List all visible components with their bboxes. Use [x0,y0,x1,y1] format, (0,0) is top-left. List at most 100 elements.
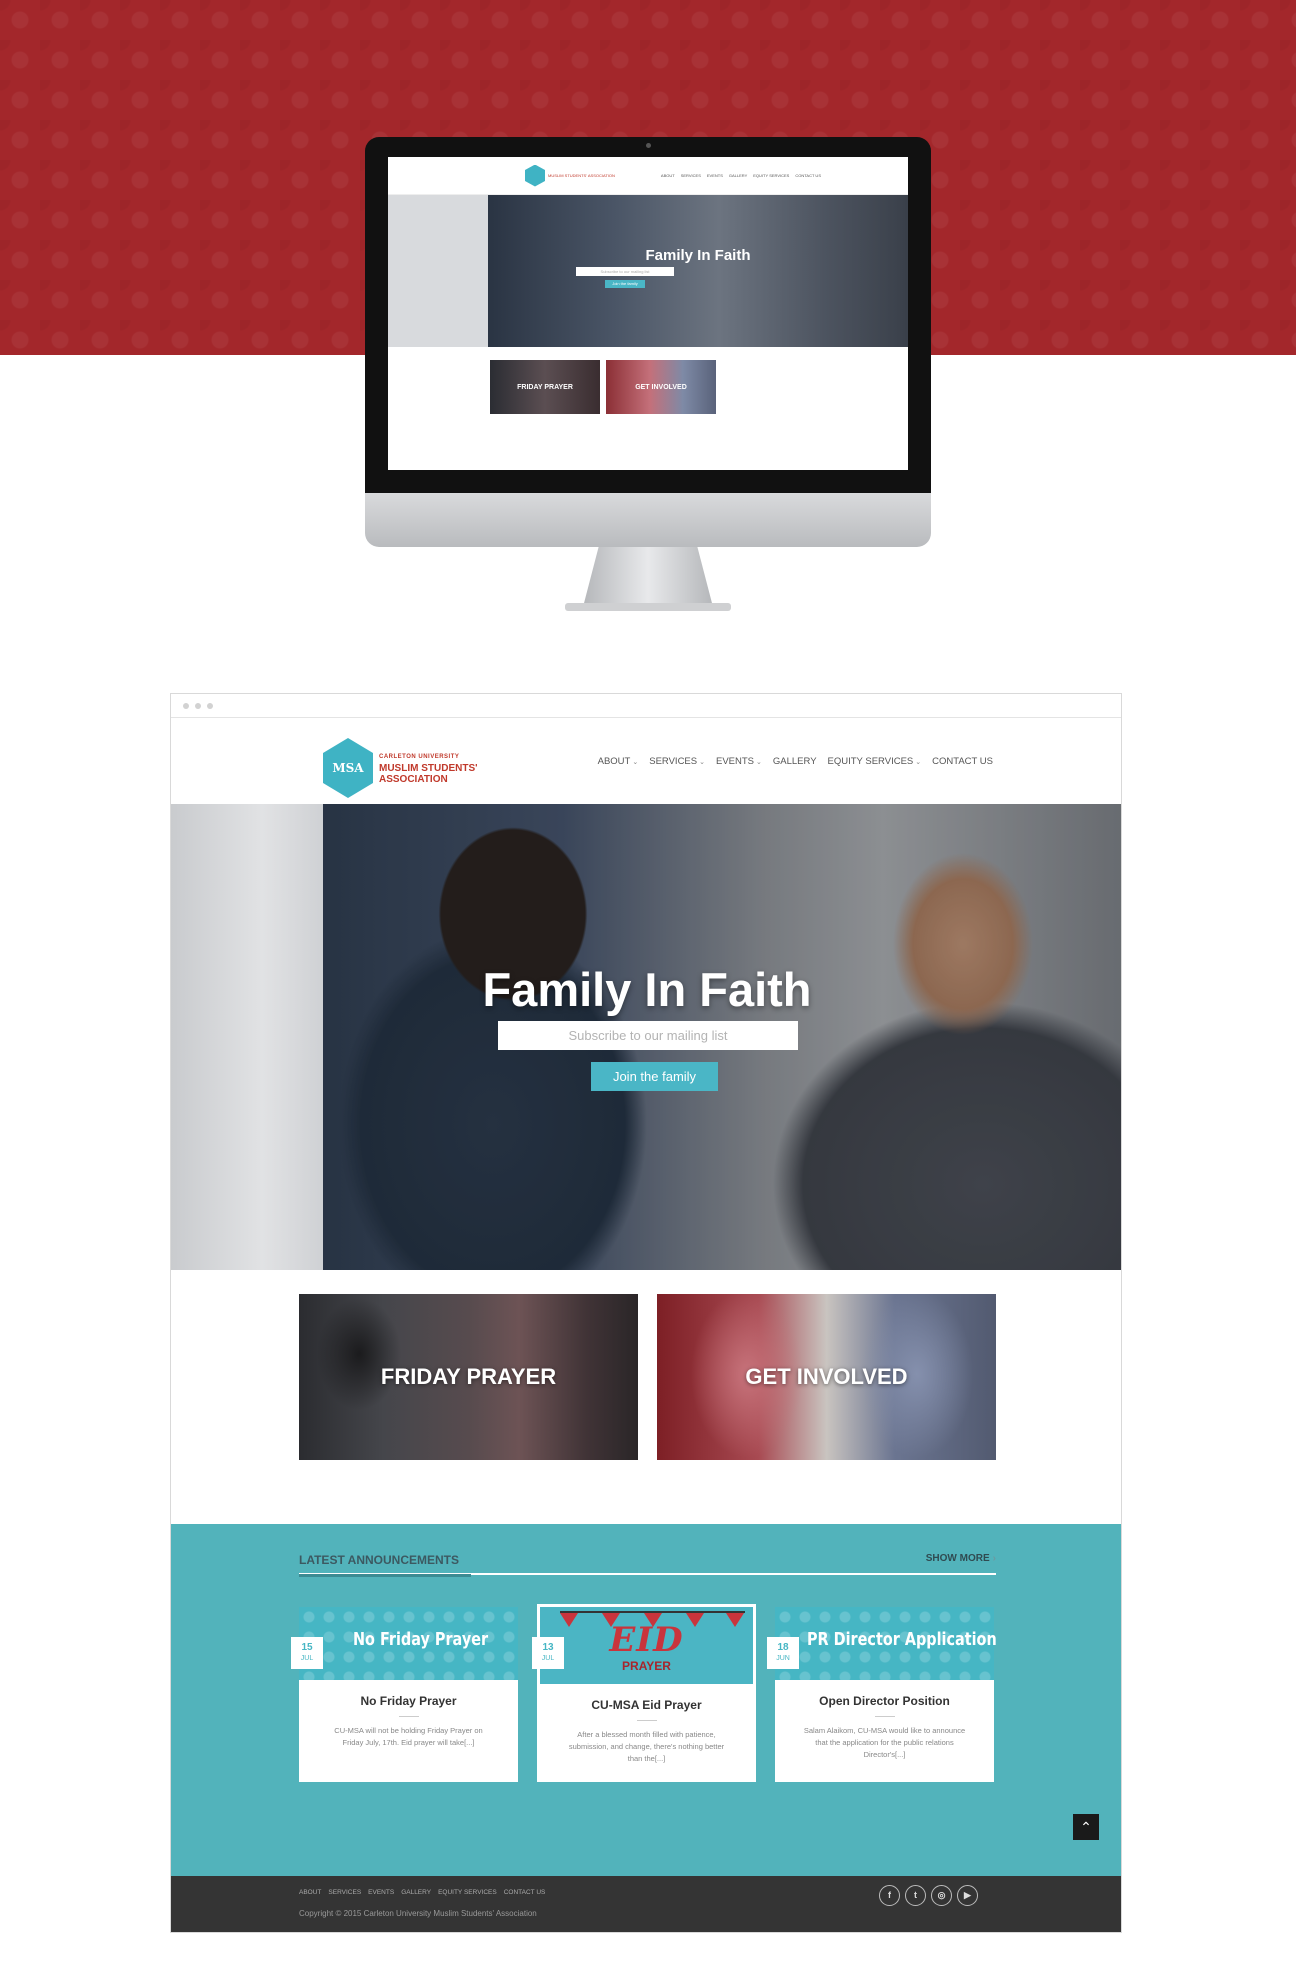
footer-link-contact-us[interactable]: CONTACT US [504,1889,546,1896]
logo-line-university: CARLETON UNIVERSITY [379,753,460,760]
mini-logo-icon [525,164,545,187]
date-day: 15 [301,1642,313,1653]
nav-label: GALLERY [772,756,817,767]
mini-hero-wall [388,195,488,347]
window-dot-icon[interactable] [207,702,213,709]
mini-hero: Family In Faith Subscribe to our mailing… [388,195,908,347]
date-badge: 13 JUL [532,1637,564,1669]
date-day: 13 [542,1642,554,1653]
monitor-screen: MUSLIM STUDENTS' ASSOCIATION ABOUT SERVI… [388,157,908,470]
mini-logo-text: MUSLIM STUDENTS' ASSOCIATION [548,173,615,178]
logo-line-name: MUSLIM STUDENTS' [379,762,478,774]
announcements-title: LATEST ANNOUNCEMENTS [299,1553,459,1567]
nav-item-about[interactable]: ABOUT ⌄ [598,756,639,767]
date-day: 18 [777,1642,789,1653]
footer-link-services[interactable]: SERVICES [328,1889,361,1896]
nav-item-services[interactable]: SERVICES ⌄ [649,756,705,767]
camera-icon [646,143,651,148]
nav-label: CONTACT US [932,756,993,767]
mini-nav-item: EVENTS [706,173,723,178]
mailing-list-input[interactable] [498,1021,798,1050]
logo-line-association: ASSOCIATION [379,773,448,785]
mini-hero-input: Subscribe to our mailing list [576,267,674,276]
nav-item-contact-us[interactable]: CONTACT US [932,756,993,767]
date-month: JUN [776,1655,790,1662]
tile-label: FRIDAY PRAYER [380,1364,557,1389]
title-underline [299,1574,471,1577]
announcement-cards: 15 JUL No Friday Prayer No Friday Prayer… [291,1604,997,1782]
nav-item-gallery[interactable]: GALLERY [773,756,817,767]
mini-hero-title: Family In Faith [645,247,751,264]
chevron-right-icon: › [992,1553,996,1564]
chevron-down-icon: ⌄ [632,759,639,766]
date-badge: 15 JUL [291,1637,323,1669]
card-title: Open Director Position [819,1694,950,1708]
instagram-icon[interactable]: ◎ [931,1885,952,1906]
chevron-down-icon: ⌄ [915,759,922,766]
back-to-top-button[interactable]: ⌃ [1073,1814,1099,1840]
twitter-icon[interactable]: t [905,1885,926,1906]
card-title: No Friday Prayer [360,1694,457,1708]
chevron-up-icon: ⌃ [1080,1819,1092,1835]
footer-nav: ABOUT SERVICES EVENTS GALLERY EQUITY SER… [299,1889,545,1896]
card-banner: 18 JUN PR Director Application [767,1607,997,1680]
show-more-label: SHOW MORE [925,1553,990,1564]
browser-titlebar [171,694,1121,718]
copyright-text: Copyright © 2015 Carleton University Mus… [299,1909,537,1918]
facebook-icon[interactable]: f [879,1885,900,1906]
card-divider [636,1720,657,1721]
site-logo[interactable]: MSA CARLETON UNIVERSITY MUSLIM STUDENTS'… [323,738,478,798]
nav-label: EQUITY SERVICES [827,756,914,767]
mini-nav-item: GALLERY [728,173,748,178]
mini-nav-item: CONTACT US [795,173,821,178]
nav-item-events[interactable]: EVENTS ⌄ [716,756,762,767]
card-excerpt: CU-MSA will not be holding Friday Prayer… [334,1726,483,1747]
mini-nav-item: ABOUT [660,173,675,178]
youtube-icon[interactable]: ▶ [957,1885,978,1906]
mini-logo: MUSLIM STUDENTS' ASSOCIATION [525,164,615,187]
friday-prayer-tile[interactable]: FRIDAY PRAYER [299,1294,638,1460]
banner-title: No Friday Prayer [353,1629,489,1650]
hero-title: Family In Faith [482,963,812,1016]
monitor-chin [365,493,931,547]
site-header: MSA CARLETON UNIVERSITY MUSLIM STUDENTS'… [171,718,1121,804]
card-divider [874,1716,895,1717]
banner-title: PR Director Application [807,1629,997,1650]
footer-link-about[interactable]: ABOUT [299,1889,321,1896]
date-month: JUL [300,1655,314,1662]
monitor-base [565,603,731,611]
announcement-card[interactable]: 18 JUN PR Director Application Open Dire… [767,1607,997,1782]
card-banner: EID PRAYER 13 JUL [532,1607,753,1684]
get-involved-tile[interactable]: GET INVOLVED [657,1294,996,1460]
date-badge: 18 JUN [767,1637,799,1669]
monitor-mockup: MUSLIM STUDENTS' ASSOCIATION ABOUT SERVI… [365,137,931,787]
card-excerpt: After a blessed month filled with patien… [568,1730,725,1763]
logo-mark: MSA [332,761,364,775]
footer-link-events[interactable]: EVENTS [368,1889,394,1896]
window-dot-icon[interactable] [183,702,189,709]
window-dot-icon[interactable] [195,702,201,709]
feature-tiles: FRIDAY PRAYER GET INVOLVED [299,1294,996,1460]
chevron-down-icon: ⌄ [699,759,705,766]
announcement-card[interactable]: EID PRAYER 13 JUL CU-MSA Eid Prayer Afte… [532,1604,756,1782]
mini-nav-item: EQUITY SERVICES [753,173,790,178]
announcement-card[interactable]: 15 JUL No Friday Prayer No Friday Prayer… [291,1607,518,1782]
card-excerpt: Salam Alaikom, CU-MSA would like to anno… [803,1726,966,1759]
card-divider [398,1716,419,1717]
monitor-stand [583,547,713,607]
nav-label: EVENTS [715,756,754,767]
show-more-link[interactable]: SHOW MORE › [926,1553,996,1573]
browser-window: MSA CARLETON UNIVERSITY MUSLIM STUDENTS'… [170,693,1122,1933]
mini-tile-friday: FRIDAY PRAYER [490,360,600,414]
hero-banner: Family In Faith Join the family [171,804,1121,1270]
mini-tile-involved: GET INVOLVED [606,360,716,414]
monitor-bezel: MUSLIM STUDENTS' ASSOCIATION ABOUT SERVI… [365,137,931,493]
footer-link-equity-services[interactable]: EQUITY SERVICES [438,1889,497,1896]
join-family-button[interactable]: Join the family [591,1062,718,1091]
footer-link-gallery[interactable]: GALLERY [401,1889,431,1896]
chevron-down-icon: ⌄ [756,759,762,766]
nav-item-equity-services[interactable]: EQUITY SERVICES ⌄ [828,756,922,767]
site-footer: ABOUT SERVICES EVENTS GALLERY EQUITY SER… [171,1876,1121,1932]
mini-header: MUSLIM STUDENTS' ASSOCIATION ABOUT SERVI… [388,157,908,195]
announcements-section: LATEST ANNOUNCEMENTS SHOW MORE › 15 JUL N… [171,1524,1121,1876]
